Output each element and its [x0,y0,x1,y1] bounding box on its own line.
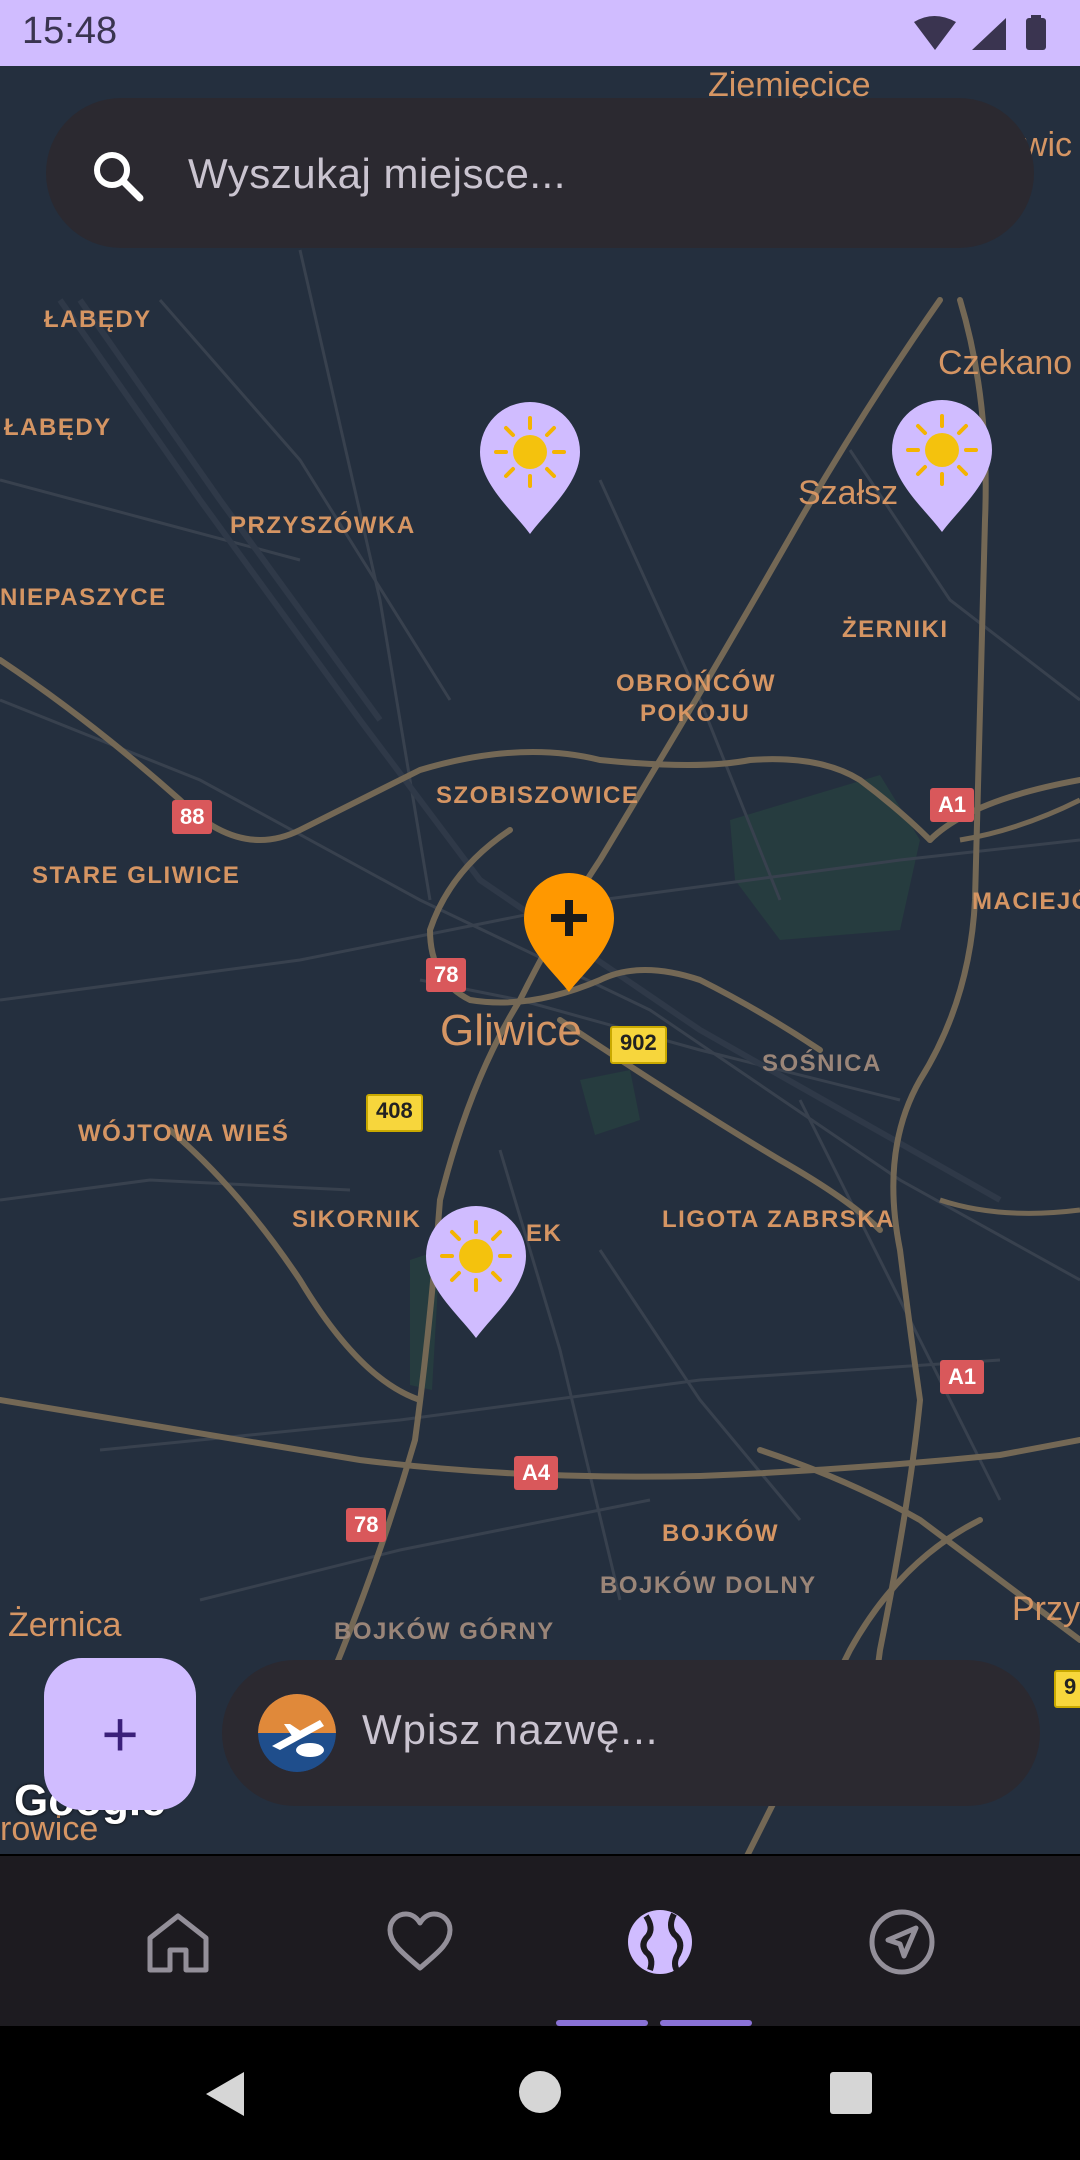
navigation-icon[interactable] [866,1906,938,1978]
sun-pin[interactable] [478,400,582,536]
city-label: Gliwice [440,1006,582,1055]
district-label: MACIEJÓ [972,888,1080,915]
city-label: Przy [1012,1590,1080,1628]
plus-icon: + [101,1698,139,1770]
status-bar: 15:48 [0,0,1080,66]
recents-icon[interactable] [830,2072,872,2114]
map-view[interactable]: ŁABĘDY ŁABĘDY PRZYSZÓWKA NIEPASZYCE OBRO… [0,66,1080,1854]
district-label: ŻERNIKI [842,616,949,643]
signal-icon [972,18,1006,50]
system-navigation-bar [0,2026,1080,2160]
district-label: SOŚNICA [762,1050,882,1077]
search-icon[interactable] [90,148,146,204]
add-location-pin[interactable] [522,872,616,994]
home-icon[interactable] [142,1906,214,1978]
district-label: NIEPASZYCE [0,584,167,611]
district-label: POKOJU [640,700,751,727]
road-shield: 9 [1054,1670,1080,1708]
battery-icon [1026,18,1046,50]
sun-pin[interactable] [424,1204,528,1340]
district-label: BOJKÓW DOLNY [600,1572,817,1599]
add-button[interactable]: + [44,1658,196,1810]
city-label: Szałsz [798,474,899,512]
status-icons [914,15,1046,50]
district-label: SZOBISZOWICE [436,782,640,809]
road-shield: A1 [940,1360,985,1394]
district-label: STARE GLIWICE [32,862,241,889]
road-shield: 78 [346,1508,387,1542]
district-label: SIKORNIK [292,1206,422,1233]
district-label: OBROŃCÓW [616,670,776,697]
district-label: WÓJTOWA WIEŚ [78,1120,290,1147]
city-label: Żernica [8,1606,122,1644]
back-icon[interactable] [202,2070,248,2118]
road-shield: 902 [610,1026,667,1064]
home-button-icon[interactable] [518,2070,562,2114]
district-label: BOJKÓW GÓRNY [334,1618,555,1645]
road-shield: 408 [366,1094,423,1132]
road-shield: A4 [514,1456,559,1490]
app-logo-icon [258,1694,336,1772]
district-label: BOJKÓW [662,1520,779,1547]
wifi-icon [914,16,956,50]
road-shield: 88 [172,800,213,834]
city-label: Czekano [938,344,1073,382]
district-label: ŁABĘDY [44,306,152,333]
status-time: 15:48 [22,10,118,52]
search-input[interactable]: Wyszukaj miejsce... [188,150,566,198]
district-label: ŁABĘDY [4,414,112,441]
district-label: PRZYSZÓWKA [230,512,416,539]
district-label: EK [526,1220,563,1247]
sun-pin[interactable] [890,398,994,534]
globe-icon[interactable] [624,1906,696,1978]
road-shield: 78 [426,958,467,992]
heart-icon[interactable] [384,1906,456,1978]
name-input[interactable]: Wpisz nazwę... [362,1706,658,1754]
road-shield: A1 [930,788,975,822]
district-label: LIGOTA ZABRSKA [662,1206,895,1233]
